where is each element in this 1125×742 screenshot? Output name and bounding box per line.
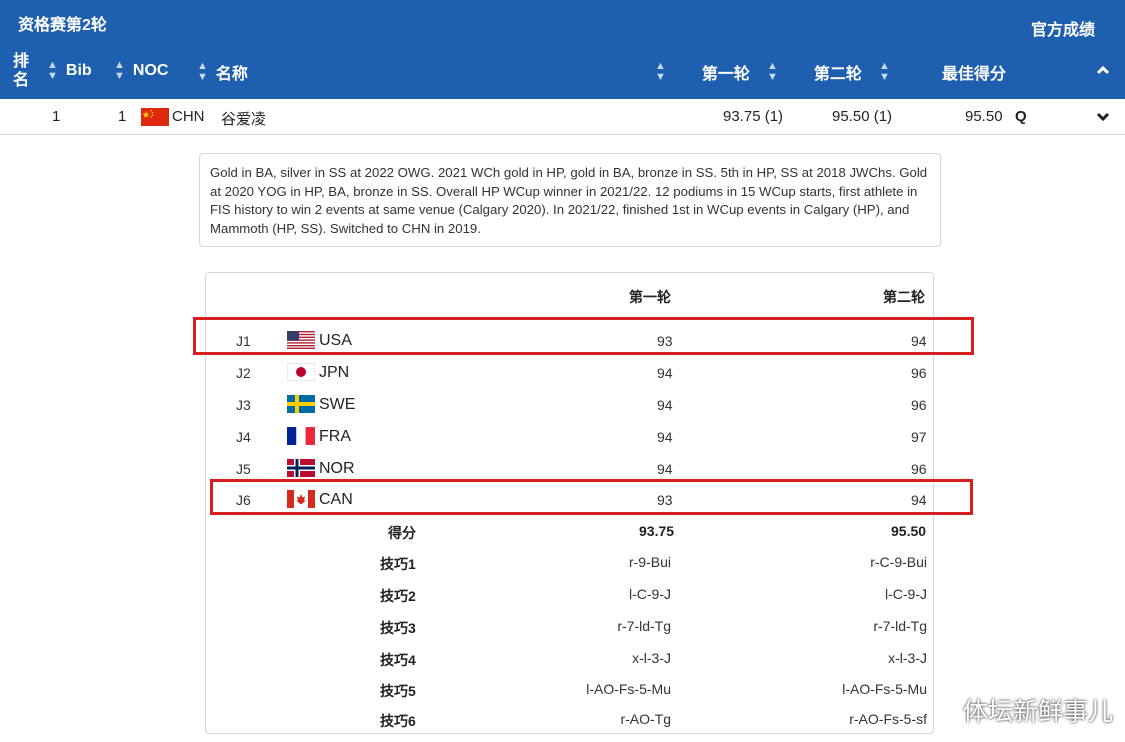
trick-label: 技巧2 — [380, 588, 416, 604]
sort-arrows-icon: ▲ ▼ — [655, 60, 666, 83]
judges-col-run1: 第一轮 — [629, 289, 671, 305]
trick-run1: l-C-9-J — [629, 586, 671, 602]
column-noc[interactable]: ▲ ▼ NOC — [114, 60, 168, 82]
athlete-best: 95.50 — [965, 108, 1003, 125]
sort-arrows-icon: ▲ ▼ — [47, 59, 58, 82]
trick-run2: r-AO-Fs-5-sf — [849, 711, 927, 727]
qualified-badge: Q — [1015, 108, 1027, 125]
judge-id: J5 — [236, 461, 251, 477]
flag-nor-icon — [287, 459, 315, 477]
trick-run1: x-l-3-J — [632, 650, 671, 666]
flag-chn-icon — [141, 108, 169, 126]
judge-id: J3 — [236, 397, 251, 413]
official-results-link[interactable]: 官方成绩 — [1031, 16, 1095, 40]
judge-run2: 97 — [911, 429, 927, 445]
trick-run2: r-C-9-Bui — [870, 554, 927, 570]
trick-run2: x-l-3-J — [888, 650, 927, 666]
trick-label: 技巧6 — [380, 713, 416, 729]
judge-id: J2 — [236, 365, 251, 381]
trick-run2: l-C-9-J — [885, 586, 927, 602]
judge-run2: 96 — [911, 461, 927, 477]
trick-run2: l-AO-Fs-5-Mu — [842, 681, 927, 697]
highlight-box-j1 — [193, 317, 974, 355]
sort-arrows-icon: ▲ ▼ — [197, 60, 208, 83]
chevron-down-icon[interactable] — [1095, 110, 1111, 124]
judge-run1: 94 — [657, 365, 673, 381]
column-bib[interactable]: ▲ ▼ Bib — [47, 60, 92, 82]
column-name[interactable]: ▲ ▼ 名称 — [197, 60, 248, 84]
trick-run1: r-9-Bui — [628, 554, 671, 570]
judge-run1: 94 — [657, 461, 673, 477]
column-run1[interactable]: ▲ ▼ 第一轮 — [655, 60, 750, 84]
results-header: 资格赛第2轮 官方成绩 排名 ▲ ▼ Bib ▲ ▼ NOC ▲ ▼ 名称 ▲ ▼ 第一… — [0, 0, 1125, 99]
sort-arrows-icon: ▲ ▼ — [879, 60, 890, 83]
flag-swe-icon — [287, 395, 315, 413]
flag-fra-icon — [287, 427, 315, 445]
flag-jpn-icon — [287, 363, 315, 381]
athlete-name[interactable]: 谷爱凌 — [221, 108, 266, 129]
judges-col-run2: 第二轮 — [883, 289, 925, 305]
judge-noc: JPN — [319, 364, 350, 381]
athlete-bib: 1 — [118, 108, 127, 125]
sort-arrows-icon: ▲ ▼ — [114, 59, 125, 82]
judge-noc: FRA — [319, 428, 351, 445]
trick-label: 技巧1 — [380, 556, 416, 572]
score-label: 得分 — [388, 525, 416, 541]
sort-arrows-icon: ▲ ▼ — [767, 60, 778, 83]
trick-run1: l-AO-Fs-5-Mu — [586, 681, 671, 697]
trick-run1: r-AO-Tg — [620, 711, 671, 727]
highlight-box-j6 — [210, 479, 973, 515]
athlete-run1: 93.75 (1) — [723, 108, 784, 125]
trick-run1: r-7-ld-Tg — [617, 618, 671, 634]
trick-label: 技巧4 — [380, 652, 416, 668]
trick-label: 技巧3 — [380, 620, 416, 636]
trick-run2: r-7-ld-Tg — [873, 618, 927, 634]
judge-noc: SWE — [319, 396, 356, 413]
score-run1: 93.75 — [639, 523, 675, 539]
judge-run1: 94 — [657, 429, 673, 445]
column-rank[interactable]: 排名 — [13, 52, 31, 90]
athlete-noc: CHN — [172, 108, 205, 125]
chevron-up-icon[interactable] — [1095, 62, 1111, 78]
score-run2: 95.50 — [891, 523, 927, 539]
judge-run1: 94 — [657, 397, 673, 413]
round-title: 资格赛第2轮 — [18, 17, 107, 34]
judge-run2: 96 — [911, 365, 927, 381]
trick-label: 技巧5 — [380, 683, 416, 699]
column-best[interactable]: ▲ ▼ 最佳得分 — [879, 60, 1006, 84]
athlete-bio: Gold in BA, silver in SS at 2022 OWG. 20… — [199, 153, 941, 247]
judge-noc: NOR — [319, 460, 355, 477]
judge-run2: 96 — [911, 397, 927, 413]
athlete-rank: 1 — [52, 108, 61, 125]
athlete-run2: 95.50 (1) — [832, 108, 893, 125]
column-run2[interactable]: ▲ ▼ 第二轮 — [767, 60, 862, 84]
judge-id: J4 — [236, 429, 251, 445]
watermark: 体坛新鲜事儿 — [962, 698, 1113, 726]
